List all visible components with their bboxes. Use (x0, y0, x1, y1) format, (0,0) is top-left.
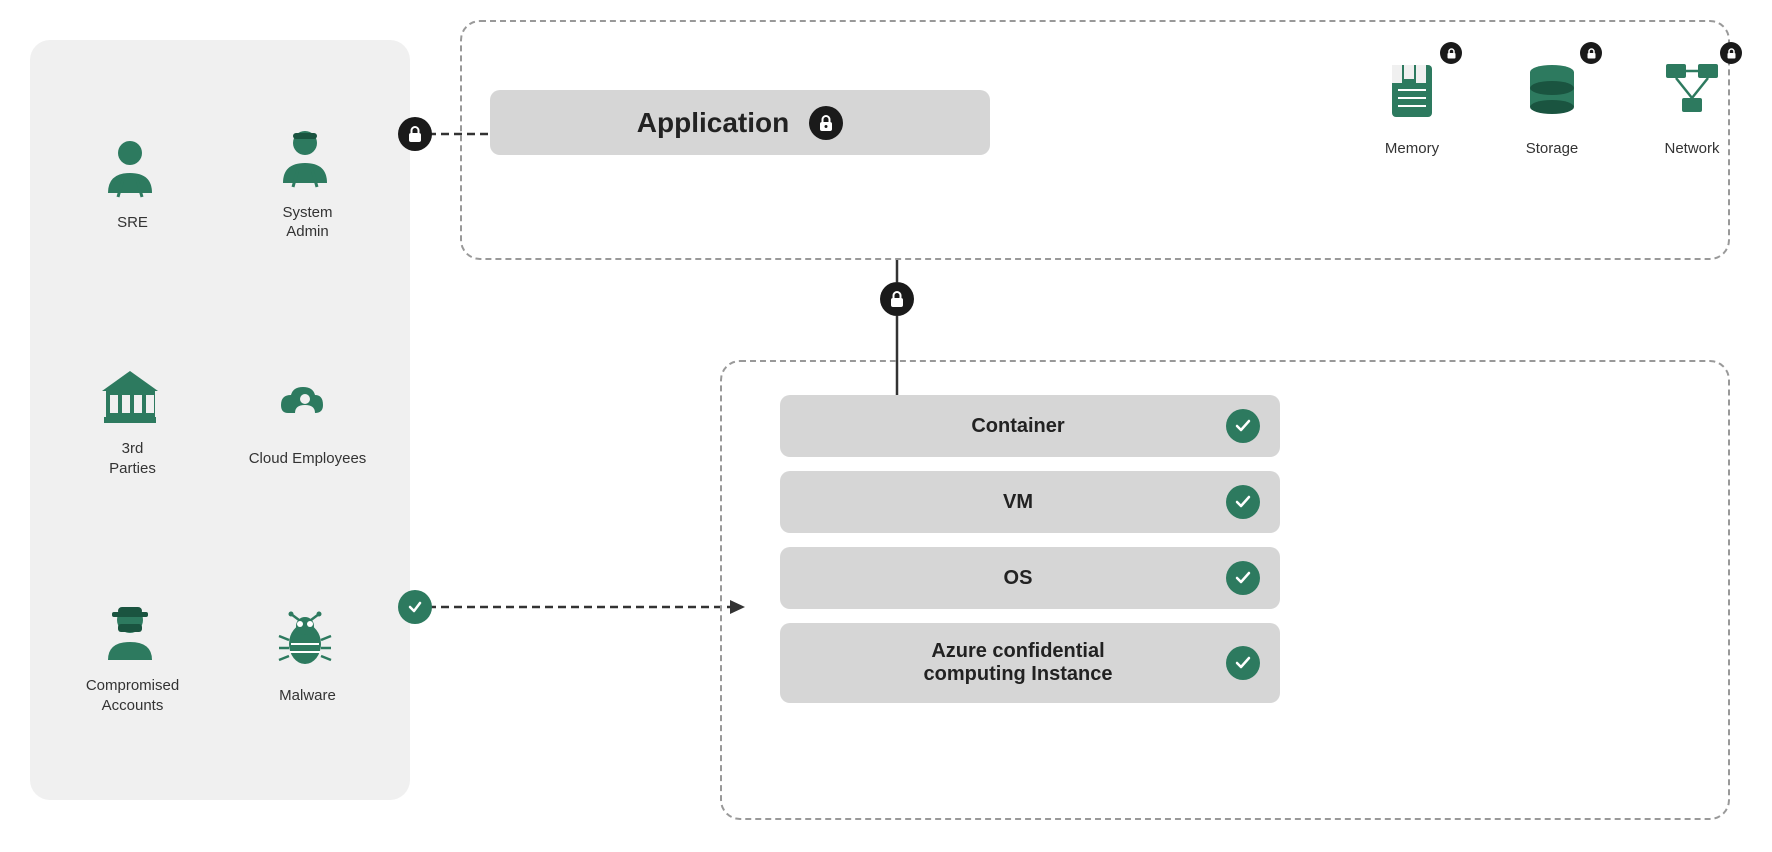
actor-compromised-accounts: CompromisedAccounts (50, 543, 215, 770)
bottom-connector-check (398, 590, 432, 624)
top-connector-lock (398, 117, 432, 151)
3rd-parties-label: 3rdParties (109, 439, 156, 478)
storage-icon (1512, 50, 1592, 130)
network-icon (1652, 50, 1732, 130)
cloud-employees-icon (273, 371, 343, 441)
azure-label: Azure confidentialcomputing Instance (810, 640, 1226, 686)
storage-lock (1580, 42, 1602, 64)
actor-malware: Malware (225, 543, 390, 770)
cloud-employees-label: Cloud Employees (249, 449, 367, 469)
actor-sre: SRE (50, 70, 215, 297)
stack-item-vm: VM (780, 471, 1280, 533)
memory-icon (1372, 50, 1452, 130)
actor-cloud-employees: Cloud Employees (225, 307, 390, 534)
resource-network: Network (1652, 50, 1732, 157)
os-label: OS (810, 567, 1226, 590)
os-check (1226, 561, 1260, 595)
compromised-accounts-icon (98, 598, 168, 668)
actor-system-admin: SystemAdmin (225, 70, 390, 297)
network-label: Network (1664, 140, 1719, 157)
application-lock-badge (809, 106, 843, 140)
application-bar: Application (490, 90, 990, 155)
container-label: Container (810, 415, 1226, 438)
resource-memory: Memory (1372, 50, 1452, 157)
sre-icon (98, 135, 168, 205)
stack-container: Container VM OS (780, 395, 1280, 703)
system-admin-icon (273, 125, 343, 195)
sre-label: SRE (117, 213, 148, 233)
malware-label: Malware (279, 686, 336, 706)
storage-label: Storage (1526, 140, 1579, 157)
stack-item-os: OS (780, 547, 1280, 609)
container-check (1226, 409, 1260, 443)
malware-icon (273, 608, 343, 678)
3rd-parties-icon (98, 361, 168, 431)
middle-connector-lock (880, 282, 914, 316)
azure-check (1226, 646, 1260, 680)
system-admin-label: SystemAdmin (282, 203, 332, 242)
memory-lock (1440, 42, 1462, 64)
resource-storage: Storage (1512, 50, 1592, 157)
stack-item-container: Container (780, 395, 1280, 457)
diagram-container: SRE SystemAdmin (0, 0, 1772, 852)
vm-label: VM (810, 491, 1226, 514)
actor-3rd-parties: 3rdParties (50, 307, 215, 534)
memory-label: Memory (1385, 140, 1439, 157)
stack-item-azure: Azure confidentialcomputing Instance (780, 623, 1280, 703)
application-label: Application (637, 107, 789, 139)
compromised-accounts-label: CompromisedAccounts (86, 676, 179, 715)
resources-area: Memory Storage (1372, 50, 1732, 157)
network-lock (1720, 42, 1742, 64)
vm-check (1226, 485, 1260, 519)
actors-panel: SRE SystemAdmin (30, 40, 410, 800)
